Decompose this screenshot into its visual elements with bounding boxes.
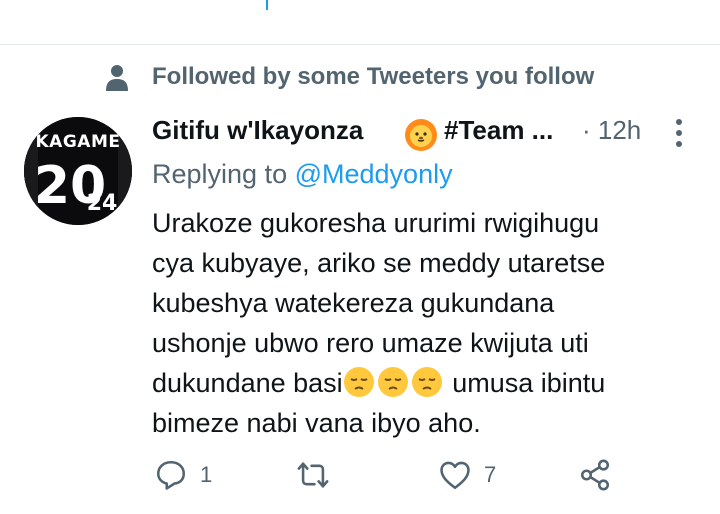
social-context-text[interactable]: Followed by some Tweeters you follow [152,63,594,91]
retweet-button[interactable] [296,455,342,495]
pensive-face-emoji-icon [343,367,374,397]
social-context: Followed by some Tweeters you follow [105,63,594,92]
replying-to: Replying to @Meddyonly [152,159,453,190]
tweet-text-line: bimeze nabi vana ibyo aho. [152,408,481,438]
share-icon [580,459,610,491]
thread-connector [266,0,268,10]
replying-to-handle[interactable]: @Meddyonly [295,159,453,189]
lion-emoji-icon [405,119,437,151]
tweet-text-line: Urakoze gukoresha ururimi rwigihugu [152,208,600,238]
tweet-body: Urakoze gukoresha ururimi rwigihugu cya … [152,203,692,443]
tweet-actions: 1 7 [152,455,672,495]
like-count: 7 [484,462,497,487]
tweet-header: Gitifu w'Ikayonza #Team ... · 12h [152,115,720,155]
tweet-text-segment: dukundane basi [152,368,343,398]
tweet-text-line: cya kubyaye, ariko se meddy utaretse [152,248,606,278]
display-name-suffix[interactable]: #Team ... [444,115,553,146]
share-button[interactable] [578,455,612,495]
reply-count: 1 [200,462,213,487]
retweet-icon [297,462,329,488]
more-options-icon[interactable] [672,117,686,149]
reply-button[interactable]: 1 [154,455,212,495]
tweet-text-line: ushonje ubwo rero umaze kwijuta uti [152,328,589,358]
top-divider [0,44,720,45]
tweet-text-line: kubeshya watekereza gukundana [152,288,555,318]
display-name[interactable]: Gitifu w'Ikayonza [152,115,363,146]
avatar[interactable]: KAGAME 20 24 [24,117,132,225]
avatar-image: KAGAME 20 24 [24,117,132,225]
like-button[interactable]: 7 [438,455,496,495]
person-icon [106,65,128,91]
timestamp[interactable]: · 12h [582,115,641,146]
pensive-face-emoji-icon [411,367,442,397]
heart-icon [440,461,470,490]
svg-text:KAGAME: KAGAME [36,132,121,152]
pensive-face-emoji-icon [377,367,408,397]
reply-icon [156,460,186,490]
svg-text:24: 24 [87,191,118,216]
tweet-text-segment: umusa ibintu [452,368,606,398]
tweet-text-line-with-emoji: dukundane basi umusa ibintu [152,363,692,403]
replying-to-label: Replying to [152,159,288,189]
